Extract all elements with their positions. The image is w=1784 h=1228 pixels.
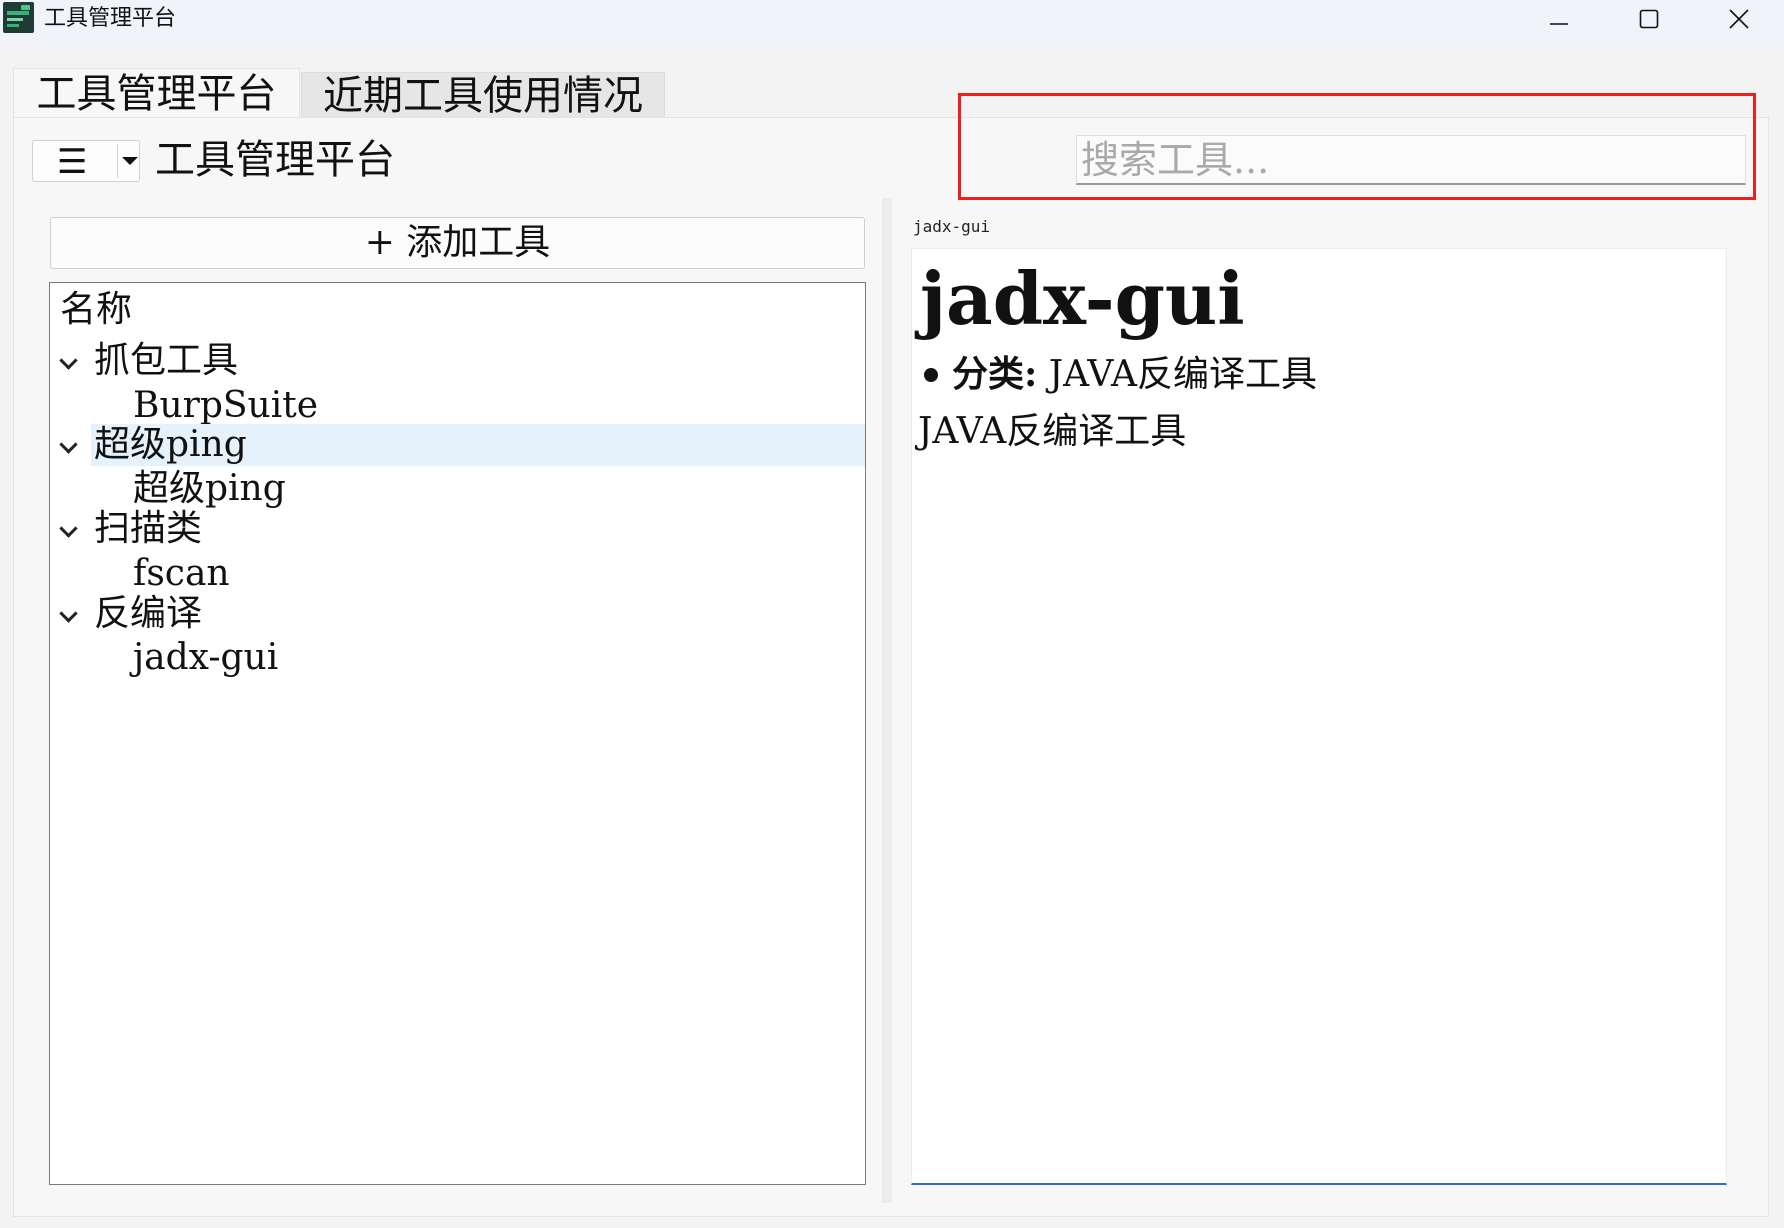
chevron-down-icon[interactable] [59, 351, 78, 370]
menu-dropdown-button[interactable]: ☰ [32, 140, 140, 182]
tree-category-row-selected[interactable]: 超级ping [50, 424, 865, 466]
chevron-down-icon[interactable] [59, 604, 78, 623]
search-input[interactable] [1076, 135, 1746, 185]
close-icon [1729, 9, 1749, 29]
tree-category-row[interactable]: 抓包工具 [50, 340, 865, 382]
add-tool-button[interactable]: + 添加工具 [50, 217, 865, 269]
pane-splitter[interactable] [882, 198, 892, 1203]
tree-category-label: 超级ping [94, 424, 247, 465]
chevron-down-icon[interactable] [122, 157, 138, 165]
tree-category-label: 反编译 [94, 593, 203, 634]
tree-item-label: jadx-gui [133, 637, 279, 678]
tree-item-row[interactable]: 超级ping [50, 468, 865, 510]
detail-category-key: 分类: [952, 353, 1038, 395]
chevron-down-icon[interactable] [59, 435, 78, 454]
tree-item-label: 超级ping [133, 468, 286, 509]
detail-category-item: 分类: JAVA反编译工具 [920, 349, 1317, 400]
tree-column-header: 名称 [60, 289, 133, 330]
detail-title: jadx-gui [920, 256, 1245, 341]
tree-item-label: fscan [133, 553, 230, 594]
tree-category-label: 抓包工具 [94, 340, 239, 381]
minimize-icon [1550, 23, 1568, 25]
detail-category-value: JAVA反编译工具 [1048, 354, 1317, 395]
maximize-button[interactable] [1604, 0, 1694, 38]
toolbar-title: 工具管理平台 [155, 137, 395, 183]
tree-item-label: BurpSuite [133, 385, 319, 426]
detail-description: JAVA反编译工具 [918, 411, 1187, 452]
chevron-down-icon[interactable] [59, 519, 78, 538]
tree-category-row[interactable]: 扫描类 [50, 508, 865, 550]
window-title: 工具管理平台 [44, 6, 177, 31]
tab-tool-management[interactable]: 工具管理平台 [13, 68, 300, 118]
close-button[interactable] [1694, 0, 1784, 38]
split-divider [117, 144, 118, 178]
detail-label: jadx-gui [913, 217, 991, 236]
app-icon [3, 2, 34, 33]
title-bar: 工具管理平台 [0, 0, 1784, 46]
bullet-icon [924, 367, 938, 382]
tab-recent-usage[interactable]: 近期工具使用情况 [301, 72, 665, 119]
tree-category-label: 扫描类 [94, 508, 203, 549]
tool-tree[interactable]: 名称 抓包工具 BurpSuite 超级ping 超级ping 扫描类 fsca… [49, 282, 866, 1185]
tree-item-row[interactable]: fscan [50, 553, 865, 595]
tool-detail-view[interactable]: jadx-gui 分类: JAVA反编译工具 JAVA反编译工具 [911, 248, 1727, 1185]
minimize-button[interactable] [1514, 0, 1604, 38]
hamburger-icon: ☰ [57, 142, 88, 182]
tree-item-row[interactable]: BurpSuite [50, 385, 865, 427]
maximize-icon [1639, 9, 1659, 29]
tree-item-row[interactable]: jadx-gui [50, 637, 865, 679]
tree-category-row[interactable]: 反编译 [50, 593, 865, 635]
